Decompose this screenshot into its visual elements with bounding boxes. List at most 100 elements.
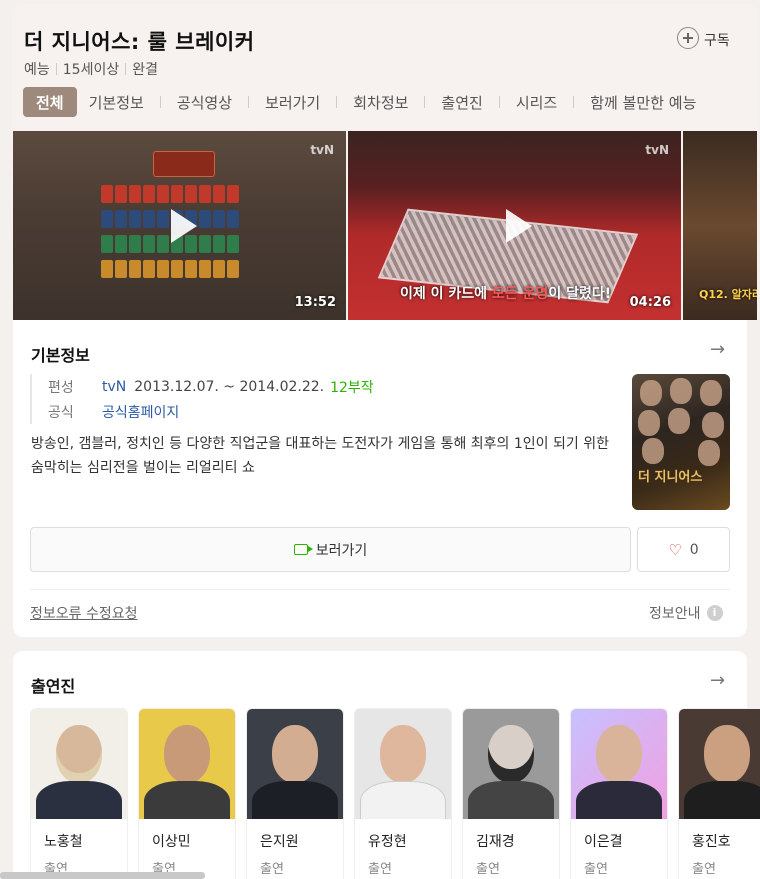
cast-member[interactable]: 유정현 출연 bbox=[354, 708, 452, 879]
head-shape bbox=[56, 725, 102, 783]
grid-cell bbox=[143, 260, 155, 278]
program-poster[interactable]: 더 지니어스 bbox=[632, 374, 730, 510]
play-icon bbox=[505, 208, 532, 243]
status-label: 완결 bbox=[132, 62, 158, 78]
tab-cast[interactable]: 출연진 bbox=[433, 87, 490, 117]
grid-cell bbox=[213, 260, 225, 278]
video-caption: 이제 이 카드에 모든 운명이 달렸다! bbox=[400, 283, 611, 303]
subscribe-button[interactable]: 구독 bbox=[677, 26, 730, 50]
cast-member[interactable]: 김재경 출연 bbox=[462, 708, 560, 879]
arrow-right-icon[interactable]: → bbox=[710, 339, 725, 360]
video-duration: 13:52 bbox=[294, 295, 336, 310]
rating-label: 15세이상 bbox=[62, 62, 120, 78]
report-error-link[interactable]: 정보오류 수정요청 bbox=[30, 603, 138, 623]
cast-name: 홍진호 bbox=[692, 834, 731, 850]
body-shape bbox=[468, 781, 554, 819]
cast-name: 노홍철 bbox=[44, 834, 83, 850]
tab-divider bbox=[159, 96, 161, 108]
cast-photo bbox=[679, 709, 760, 819]
tab-divider bbox=[248, 96, 250, 108]
cast-member[interactable]: 노홍철 출연 bbox=[30, 708, 128, 879]
grid-cell bbox=[101, 185, 113, 203]
grid-cell bbox=[101, 260, 113, 278]
info-row-broadcast: 편성 tvN 2013.12.07. ~ 2014.02.22. 12부작 bbox=[48, 374, 374, 399]
like-count: 0 bbox=[689, 541, 699, 558]
like-button[interactable]: ♡ 0 bbox=[637, 527, 730, 572]
grid-cell bbox=[171, 260, 183, 278]
grid-cell bbox=[115, 185, 127, 203]
grid-cell bbox=[101, 235, 113, 253]
poster-title: 더 지니어스 bbox=[638, 470, 703, 485]
tab-episodes[interactable]: 회차정보 bbox=[345, 87, 416, 117]
grid-cell bbox=[213, 235, 225, 253]
grid-cell bbox=[199, 210, 211, 228]
grid-cell bbox=[199, 185, 211, 203]
broadcast-period: 2013.12.07. ~ 2014.02.22. bbox=[134, 378, 325, 395]
poster-face bbox=[638, 410, 660, 436]
poster-face bbox=[670, 378, 692, 404]
head-shape bbox=[596, 725, 642, 783]
tab-official-videos[interactable]: 공식영상 bbox=[169, 87, 240, 117]
grid-cell bbox=[129, 260, 141, 278]
play-icon bbox=[170, 208, 197, 243]
horizontal-scrollbar[interactable] bbox=[0, 872, 205, 879]
grid-cell bbox=[115, 210, 127, 228]
heart-icon: ♡ bbox=[668, 540, 682, 559]
grid-cell bbox=[129, 185, 141, 203]
meta-divider bbox=[55, 63, 57, 75]
info-notice-button[interactable]: 정보안내 i bbox=[649, 603, 723, 623]
tab-basic-info[interactable]: 기본정보 bbox=[81, 87, 152, 117]
cast-member[interactable]: 홍진호 출연 bbox=[678, 708, 760, 879]
channel-watermark: tvN bbox=[645, 143, 669, 157]
tab-divider bbox=[336, 96, 338, 108]
channel-link[interactable]: tvN bbox=[102, 379, 126, 395]
caption-highlight: 모든 운명 bbox=[491, 286, 549, 302]
watch-label: 보러가기 bbox=[315, 542, 368, 559]
cast-list: 노홍철 출연 이상민 출연 은지원 출연 유정현 출연 김재경 출연 이은결 출… bbox=[30, 708, 760, 879]
cast-member[interactable]: 이은결 출연 bbox=[570, 708, 668, 879]
poster-face bbox=[642, 438, 664, 464]
body-shape bbox=[252, 781, 338, 819]
video-thumbnail[interactable]: tvN 이제 이 카드에 모든 운명이 달렸다! 04:26 bbox=[348, 131, 681, 320]
basic-info-card: 기본정보 → 편성 tvN 2013.12.07. ~ 2014.02.22. … bbox=[13, 320, 747, 637]
grid-cell bbox=[157, 185, 169, 203]
cast-name: 유정현 bbox=[368, 834, 407, 850]
section-title: 출연진 bbox=[31, 677, 76, 696]
grid-cell bbox=[115, 235, 127, 253]
cast-member[interactable]: 이상민 출연 bbox=[138, 708, 236, 879]
caption-text: 이 달렸다! bbox=[548, 286, 612, 302]
program-meta: 예능 15세이상 완결 bbox=[24, 59, 158, 79]
tab-watch[interactable]: 보러가기 bbox=[257, 87, 328, 117]
info-table: 편성 tvN 2013.12.07. ~ 2014.02.22. 12부작 공식… bbox=[30, 374, 374, 424]
tab-series[interactable]: 시리즈 bbox=[508, 87, 565, 117]
episode-count: 12부작 bbox=[330, 379, 374, 396]
grid-cell bbox=[199, 235, 211, 253]
grid-cell bbox=[157, 235, 169, 253]
video-thumbnail[interactable]: Q12. 알자리 bbox=[683, 131, 757, 320]
tab-divider bbox=[498, 96, 500, 108]
divider bbox=[30, 589, 730, 590]
program-description: 방송인, 갬블러, 정치인 등 다양한 직업군을 대표하는 도전자가 게임을 통… bbox=[31, 436, 609, 476]
video-thumbnail[interactable]: tvN 13:52 bbox=[13, 131, 346, 320]
head-shape bbox=[488, 725, 534, 783]
genre-label: 예능 bbox=[24, 62, 50, 78]
info-row-official: 공식 공식홈페이지 bbox=[48, 399, 374, 424]
cast-role: 출연 bbox=[260, 862, 284, 877]
tab-all[interactable]: 전체 bbox=[23, 87, 77, 117]
tab-recommended[interactable]: 함께 볼만한 예능 bbox=[582, 87, 704, 117]
grid-cell bbox=[143, 210, 155, 228]
grid-cell bbox=[227, 210, 239, 228]
poster-face bbox=[702, 412, 724, 438]
grid-cell bbox=[157, 210, 169, 228]
video-duration: 04:26 bbox=[629, 295, 671, 310]
official-homepage-link[interactable]: 공식홈페이지 bbox=[102, 402, 179, 422]
video-carousel: tvN 13:52 tvN 이제 이 카드에 모든 운명이 달렸다! 04:26… bbox=[13, 131, 757, 320]
thumbnail-banner bbox=[153, 151, 215, 177]
cast-role: 출연 bbox=[584, 862, 608, 877]
body-shape bbox=[144, 781, 230, 819]
poster-face bbox=[698, 440, 720, 466]
watch-button[interactable]: 보러가기 bbox=[30, 527, 631, 572]
arrow-right-icon[interactable]: → bbox=[710, 670, 725, 691]
cast-member[interactable]: 은지원 출연 bbox=[246, 708, 344, 879]
channel-watermark: tvN bbox=[310, 143, 334, 157]
